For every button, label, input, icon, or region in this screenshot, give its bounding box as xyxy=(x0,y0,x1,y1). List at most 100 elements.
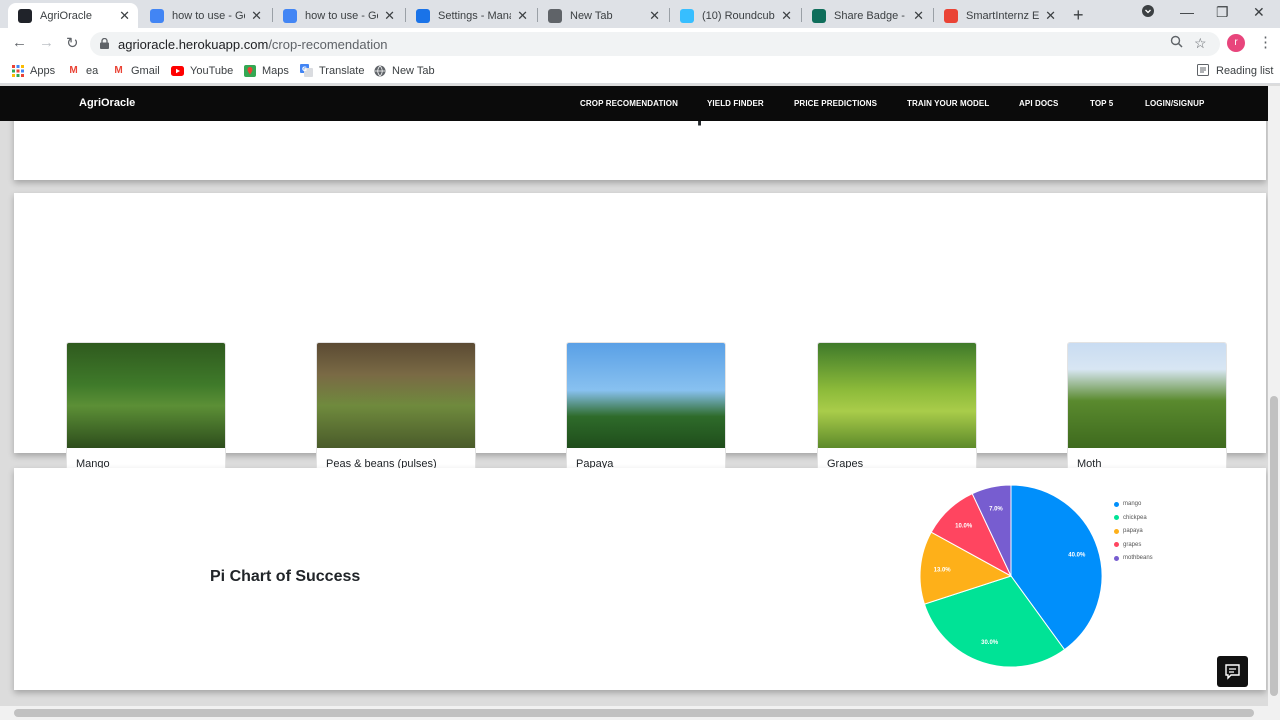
browser-tab[interactable]: New Tab ✕ xyxy=(538,3,668,28)
tab-close-icon[interactable]: ✕ xyxy=(913,8,924,24)
bookmark-ea[interactable]: M ea xyxy=(67,64,98,77)
tab-close-icon[interactable]: ✕ xyxy=(1045,8,1056,24)
bookmark-star-icon[interactable]: ☆ xyxy=(1194,35,1207,52)
bookmark-label: Translate xyxy=(319,64,365,77)
bookmark-label: ea xyxy=(86,64,99,77)
bookmark-translate[interactable]: G Translate xyxy=(300,64,364,77)
bookmark-youtube[interactable]: YouTube xyxy=(171,64,233,77)
nav-crop-recommendation[interactable]: CROP RECOMENDATION xyxy=(580,99,678,108)
tab-favicon-icon xyxy=(150,8,164,23)
tab-favicon-icon xyxy=(416,8,430,23)
browser-tab-strip: + — ❐ ✕ AgriOracle✕how to use - Goo✕how … xyxy=(0,0,1280,28)
tab-close-icon[interactable]: ✕ xyxy=(119,8,130,24)
legend-item[interactable]: mango xyxy=(1114,501,1141,507)
legend-item[interactable]: mothbeans xyxy=(1114,555,1153,561)
pie-chart-section: Pi Chart of Success 40.0% 30.0% 13.0% 10.0%… xyxy=(14,468,1266,690)
tab-close-icon[interactable]: ✕ xyxy=(384,8,395,24)
nav-top-5[interactable]: TOP 5 xyxy=(1090,99,1113,108)
tab-title: how to use - Goo xyxy=(172,9,245,22)
browser-tab[interactable]: Settings - Manage ✕ xyxy=(406,3,536,28)
tab-title: Settings - Manage xyxy=(438,9,511,22)
browser-tab[interactable]: (10) Roundcube W ✕ xyxy=(670,3,800,28)
reading-list-button[interactable]: Reading list xyxy=(1197,64,1273,77)
tab-separator xyxy=(537,8,538,22)
tab-separator xyxy=(933,8,934,22)
pie-data-label: 10.0% xyxy=(955,524,973,530)
profile-avatar[interactable]: r xyxy=(1227,34,1245,52)
browser-tab[interactable]: how to use - Goo ✕ xyxy=(273,3,403,28)
browser-tab[interactable]: how to use - Goo ✕ xyxy=(140,3,270,28)
browser-toolbar: ← → ↻ agrioracle.herokuapp.com/crop-reco… xyxy=(0,28,1280,60)
tab-favicon-icon xyxy=(18,8,32,23)
crop-image xyxy=(317,343,475,448)
browser-tab[interactable]: AgriOracle ✕ xyxy=(8,3,138,28)
tab-close-icon[interactable]: ✕ xyxy=(517,8,528,24)
bookmark-gmail[interactable]: M Gmail xyxy=(112,64,160,77)
minimize-icon[interactable]: — xyxy=(1180,4,1194,20)
nav-price-predictions[interactable]: PRICE PREDICTIONS xyxy=(794,99,877,108)
tab-search-icon[interactable] xyxy=(1142,4,1154,20)
zoom-icon[interactable] xyxy=(1170,35,1183,51)
tab-close-icon[interactable]: ✕ xyxy=(781,8,792,24)
legend-label: mothbeans xyxy=(1123,555,1153,561)
legend-label: mango xyxy=(1123,501,1142,507)
legend-item[interactable]: grapes xyxy=(1114,542,1141,548)
tab-favicon-icon xyxy=(680,8,694,23)
tab-separator xyxy=(272,8,273,22)
tab-title: Share Badge - Cre xyxy=(834,9,907,22)
tab-favicon-icon xyxy=(812,8,826,23)
tab-title: (10) Roundcube W xyxy=(702,9,775,22)
close-window-icon[interactable]: ✕ xyxy=(1253,4,1265,21)
brand-logo[interactable]: AgriOracle xyxy=(79,97,135,109)
bookmark-label: Maps xyxy=(262,64,289,77)
page-viewport: Predicted Crops MangoSuccess Chances40%G… xyxy=(0,86,1268,706)
reload-icon[interactable]: ↻ xyxy=(66,34,79,52)
translate-icon: G xyxy=(300,64,313,77)
maximize-icon[interactable]: ❐ xyxy=(1216,4,1229,21)
pie-section-title: Pi Chart of Success xyxy=(210,568,361,585)
tab-separator xyxy=(405,8,406,22)
nav-api-docs[interactable]: API DOCS xyxy=(1019,99,1058,108)
horizontal-scroll-thumb[interactable] xyxy=(14,709,1254,717)
tab-close-icon[interactable]: ✕ xyxy=(649,8,660,24)
legend-marker xyxy=(1114,501,1119,507)
new-tab-button[interactable]: + xyxy=(1073,5,1084,26)
lock-icon xyxy=(100,38,109,49)
bookmark-newtab[interactable]: New Tab xyxy=(373,64,435,77)
nav-yield-finder[interactable]: YIELD FINDER xyxy=(707,99,764,108)
pie-data-label: 7.0% xyxy=(989,507,1003,513)
back-icon[interactable]: ← xyxy=(12,34,27,51)
browser-menu-icon[interactable]: ⋮ xyxy=(1258,33,1273,51)
address-bar[interactable]: agrioracle.herokuapp.com/crop-recomendat… xyxy=(90,32,1220,56)
bookmark-label: Gmail xyxy=(131,64,160,77)
legend-marker xyxy=(1114,528,1119,534)
legend-marker xyxy=(1114,555,1119,561)
nav-train-model[interactable]: TRAIN YOUR MODEL xyxy=(907,99,989,108)
legend-label: papaya xyxy=(1123,528,1143,534)
tab-favicon-icon xyxy=(944,8,958,23)
nav-login-signup[interactable]: LOGIN/SIGNUP xyxy=(1145,99,1204,108)
tab-separator xyxy=(801,8,802,22)
gmail-icon: M xyxy=(69,65,78,76)
pie-chart: 40.0% 30.0% 13.0% 10.0% 7.0% xyxy=(919,484,1103,668)
chat-button[interactable] xyxy=(1217,656,1248,687)
tab-favicon-icon xyxy=(283,8,297,23)
browser-tab[interactable]: SmartInternz Ema ✕ xyxy=(934,3,1064,28)
pie-data-label: 40.0% xyxy=(1068,553,1086,559)
browser-tab[interactable]: Share Badge - Cre ✕ xyxy=(802,3,932,28)
bookmark-maps[interactable]: Maps xyxy=(243,64,289,77)
forward-icon[interactable]: → xyxy=(39,34,54,51)
crop-image xyxy=(818,343,976,448)
legend-item[interactable]: chickpea xyxy=(1114,515,1147,521)
legend-marker xyxy=(1114,515,1119,520)
vertical-scroll-thumb[interactable] xyxy=(1270,396,1278,696)
tab-title: how to use - Goo xyxy=(305,9,378,22)
tab-title: AgriOracle xyxy=(40,9,92,22)
bookmark-apps[interactable]: Apps xyxy=(11,64,55,77)
legend-marker xyxy=(1114,542,1119,547)
url-text: agrioracle.herokuapp.com/crop-recomendat… xyxy=(118,37,388,52)
legend-item[interactable]: papaya xyxy=(1114,528,1143,534)
legend-label: chickpea xyxy=(1123,514,1147,521)
pie-data-label: 30.0% xyxy=(981,640,999,646)
tab-close-icon[interactable]: ✕ xyxy=(251,8,262,24)
